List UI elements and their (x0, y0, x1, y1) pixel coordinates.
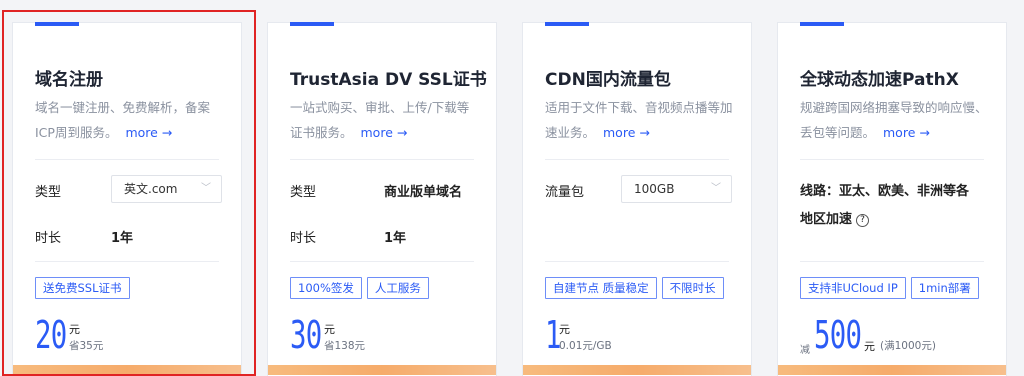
duration-label: 时长 (290, 231, 317, 246)
selection-highlight (2, 10, 256, 376)
card-accent-bar (800, 22, 844, 26)
divider (290, 261, 474, 262)
type-value: 商业版单域名 (384, 185, 463, 200)
traffic-package-value: 100GB (634, 182, 675, 196)
card-accent-bar (545, 22, 589, 26)
divider (545, 159, 729, 160)
duration-value: 1年 (384, 231, 407, 246)
price-unit: 元 (324, 323, 335, 336)
traffic-package-select[interactable]: 100GB ﹀ (621, 175, 732, 203)
card-description: 一站式购买、审批、上传/下载等证书服务。 more → (290, 95, 480, 145)
divider (800, 159, 984, 160)
tag: 1min部署 (910, 277, 979, 299)
divider (290, 159, 474, 160)
divider (800, 261, 984, 262)
card-accent-bar (290, 22, 334, 26)
divider (545, 261, 729, 262)
card-title: CDN国内流量包 (545, 70, 671, 90)
tag-list: 100%签发 人工服务 (290, 277, 434, 299)
product-card-ssl[interactable]: TrustAsia DV SSL证书 一站式购买、审批、上传/下载等证书服务。 … (267, 22, 497, 376)
chevron-down-icon: ﹀ (711, 183, 721, 194)
tag: 不限时长 (661, 277, 724, 299)
type-label: 类型 (290, 185, 317, 200)
price-condition: (满1000元) (880, 340, 936, 352)
traffic-package-label: 流量包 (545, 185, 585, 200)
card-bottom-bar (268, 365, 496, 375)
price-per-gb: 0.01元/GB (559, 340, 612, 352)
card-title: TrustAsia DV SSL证书 (290, 70, 487, 90)
price-prefix: 减 (800, 345, 810, 356)
tag: 支持非UCloud IP (800, 277, 906, 299)
product-cards-section: 域名注册 域名一键注册、免费解析，备案ICP周到服务。 more → 类型 英文… (0, 0, 1024, 376)
tag: 100%签发 (290, 277, 362, 299)
product-card-cdn[interactable]: CDN国内流量包 适用于文件下载、音视频点播等加速业务。 more → 流量包 … (522, 22, 752, 376)
tag-list: 自建节点 质量稳定 不限时长 (545, 277, 729, 299)
line-info: 线路：亚太、欧美、非洲等各地区加速? (800, 178, 980, 234)
price-unit: 元 (864, 340, 875, 353)
more-link[interactable]: more → (361, 125, 408, 140)
card-bottom-bar (778, 365, 1006, 375)
tag: 人工服务 (366, 277, 429, 299)
price-saving: 省138元 (324, 340, 366, 352)
card-description: 适用于文件下载、音视频点播等加速业务。 more → (545, 95, 735, 145)
price-amount: 500 (814, 313, 862, 357)
card-description: 规避跨国网络拥塞导致的响应慢、丢包等问题。 more → (800, 95, 990, 145)
question-circle-icon[interactable]: ? (856, 214, 870, 227)
tag: 自建节点 质量稳定 (545, 277, 657, 299)
product-card-pathx[interactable]: 全球动态加速PathX 规避跨国网络拥塞导致的响应慢、丢包等问题。 more →… (777, 22, 1007, 376)
more-link[interactable]: more → (883, 125, 930, 140)
more-link[interactable]: more → (603, 125, 650, 140)
tag-list: 支持非UCloud IP 1min部署 (800, 277, 984, 299)
card-bottom-bar (523, 365, 751, 375)
line-info-text: 线路：亚太、欧美、非洲等各地区加速 (800, 184, 970, 227)
price-amount: 30 (290, 313, 322, 357)
price-unit: 元 (559, 323, 570, 336)
card-title: 全球动态加速PathX (800, 70, 959, 90)
